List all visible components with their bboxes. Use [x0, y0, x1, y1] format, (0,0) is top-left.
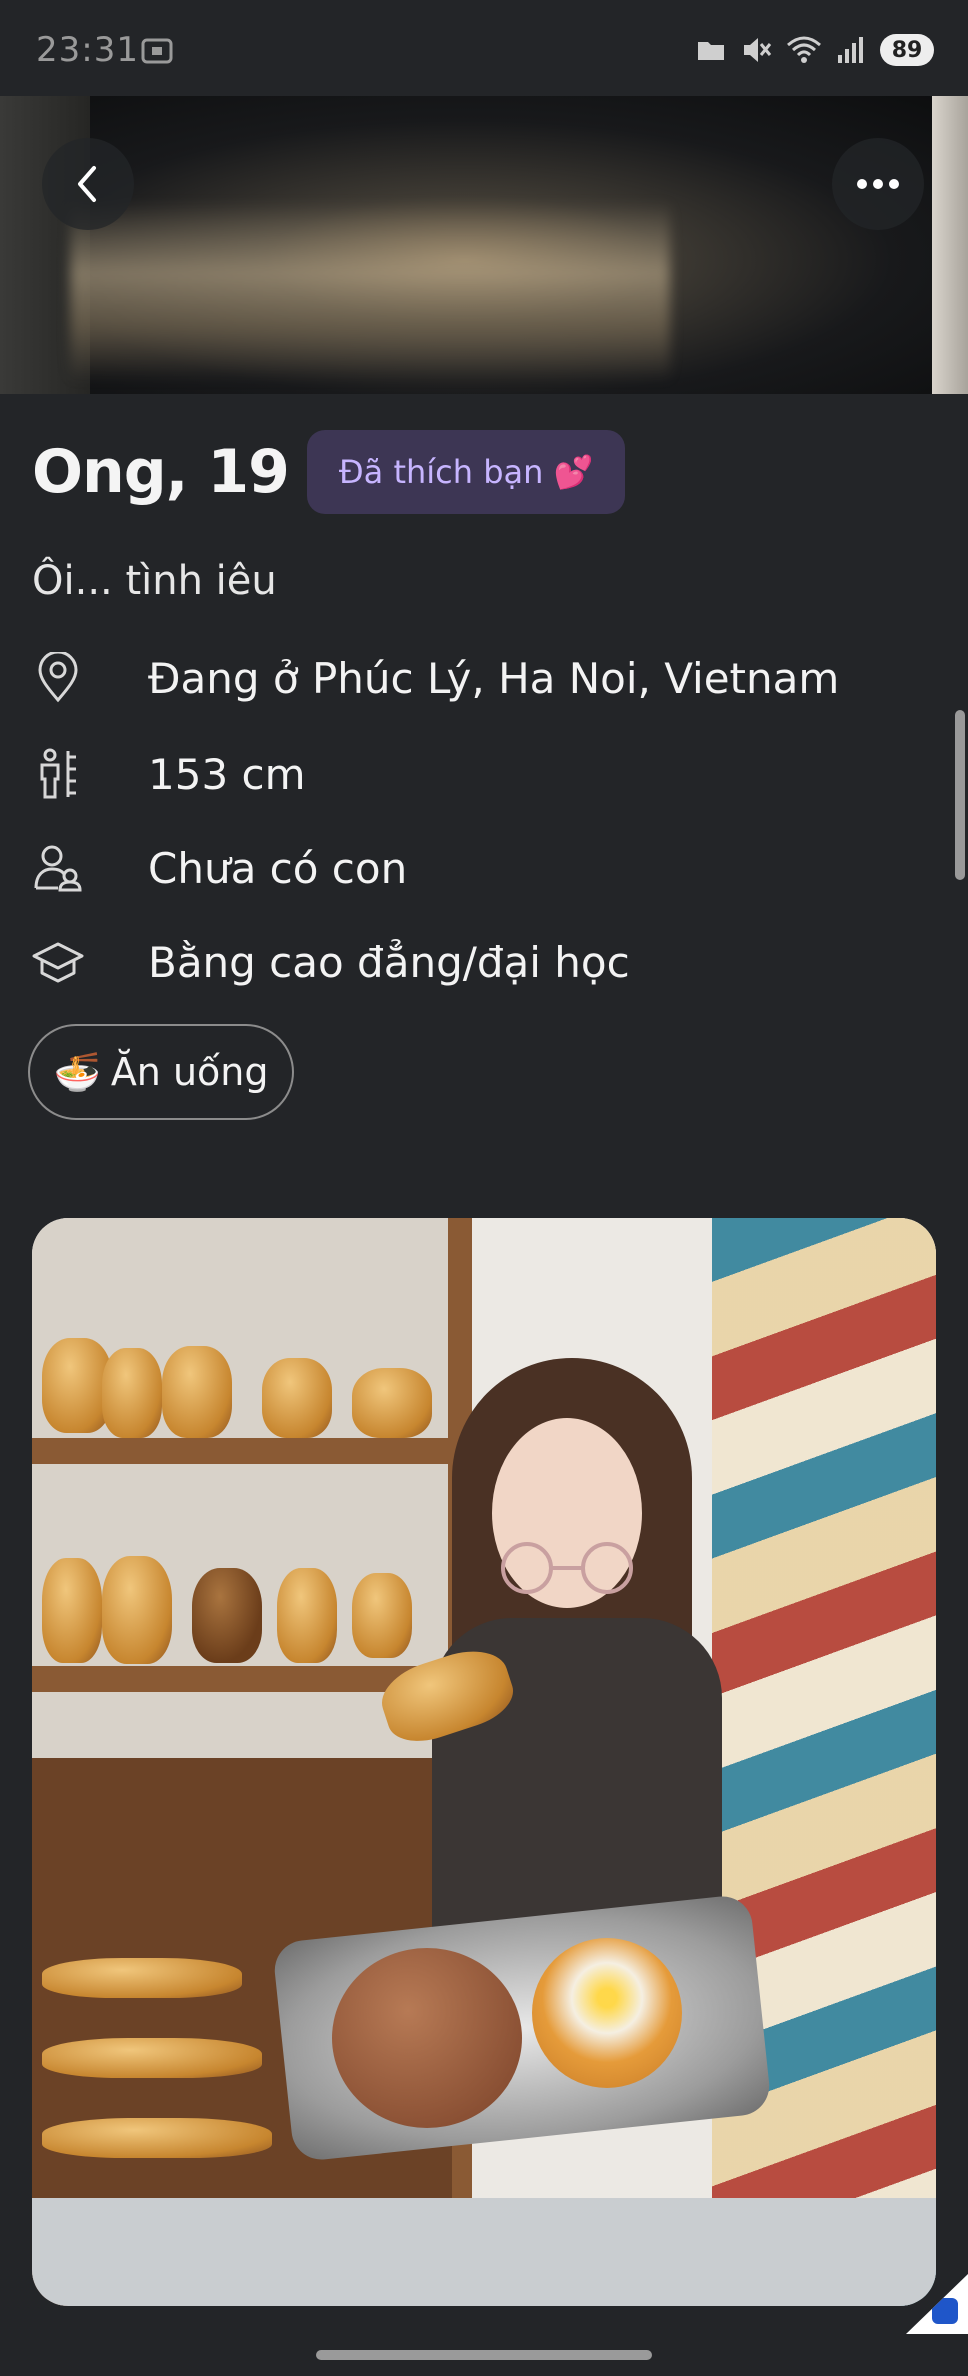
detail-location-text: Đang ở Phúc Lý, Ha Noi, Vietnam — [148, 653, 840, 703]
photo-baguette — [42, 1958, 242, 1998]
detail-children-text: Chưa có con — [148, 843, 408, 893]
profile-name-age: Ong, 19 — [32, 437, 290, 507]
photo-bread — [102, 1556, 172, 1664]
status-bar: 23:31 89 — [0, 0, 968, 96]
detail-height-text: 153 cm — [148, 749, 306, 799]
height-icon — [32, 748, 84, 800]
profile-photo[interactable] — [32, 1218, 936, 2306]
status-time: 23:31 — [36, 30, 139, 70]
photo-bread — [352, 1368, 432, 1438]
location-pin-icon — [32, 652, 84, 704]
photo-bread — [352, 1573, 412, 1658]
folder-icon — [698, 42, 724, 60]
scrollbar-thumb[interactable] — [955, 710, 965, 880]
photo-baguette — [42, 2118, 272, 2158]
detail-children: Chưa có con — [32, 842, 407, 894]
chevron-left-icon — [78, 166, 96, 202]
profile-name-row: Ong, 19 Đã thích bạn 💕 — [32, 430, 626, 514]
back-button[interactable] — [42, 138, 134, 230]
photo-bun — [332, 1948, 522, 2128]
photo-bread — [277, 1568, 337, 1663]
liked-you-badge: Đã thích bạn 💕 — [306, 430, 626, 514]
photo-bread — [42, 1558, 102, 1663]
photo-glasses — [501, 1542, 633, 1594]
cover-photo-reflection — [70, 201, 670, 381]
photo-bread — [102, 1348, 162, 1438]
photo-bread — [262, 1358, 332, 1438]
more-horizontal-icon — [857, 179, 899, 189]
profile-cover-photo[interactable] — [0, 96, 968, 394]
photo-cake — [532, 1938, 682, 2088]
children-icon — [32, 842, 84, 894]
status-icons: 89 — [696, 34, 934, 66]
navigation-handle[interactable] — [316, 2350, 652, 2360]
detail-location: Đang ở Phúc Lý, Ha Noi, Vietnam — [32, 652, 839, 704]
photo-shelf — [32, 1438, 452, 1464]
photo-baguette — [42, 2038, 262, 2078]
detail-education-text: Bằng cao đẳng/đại học — [148, 937, 630, 987]
interest-tag[interactable]: 🍜 Ăn uống — [28, 1024, 294, 1120]
cover-photo-edge — [932, 96, 968, 394]
interest-tag-label: Ăn uống — [110, 1050, 269, 1094]
screenshot-icon — [141, 38, 173, 64]
mute-icon — [744, 38, 772, 62]
photo-posters — [712, 1218, 936, 2306]
education-cap-icon — [32, 936, 84, 988]
wifi-icon — [787, 36, 821, 63]
noodle-bowl-icon: 🍜 — [53, 1049, 101, 1094]
photo-bread — [192, 1568, 262, 1663]
more-options-button[interactable] — [832, 138, 924, 230]
detail-education: Bằng cao đẳng/đại học — [32, 936, 630, 988]
photo-bread — [162, 1346, 232, 1438]
detail-height: 153 cm — [32, 748, 306, 800]
photo-floor — [32, 2198, 936, 2306]
battery-icon: 89 — [880, 34, 934, 66]
signal-icon — [838, 37, 863, 63]
profile-tagline: Ôi... tình iêu — [32, 558, 277, 604]
